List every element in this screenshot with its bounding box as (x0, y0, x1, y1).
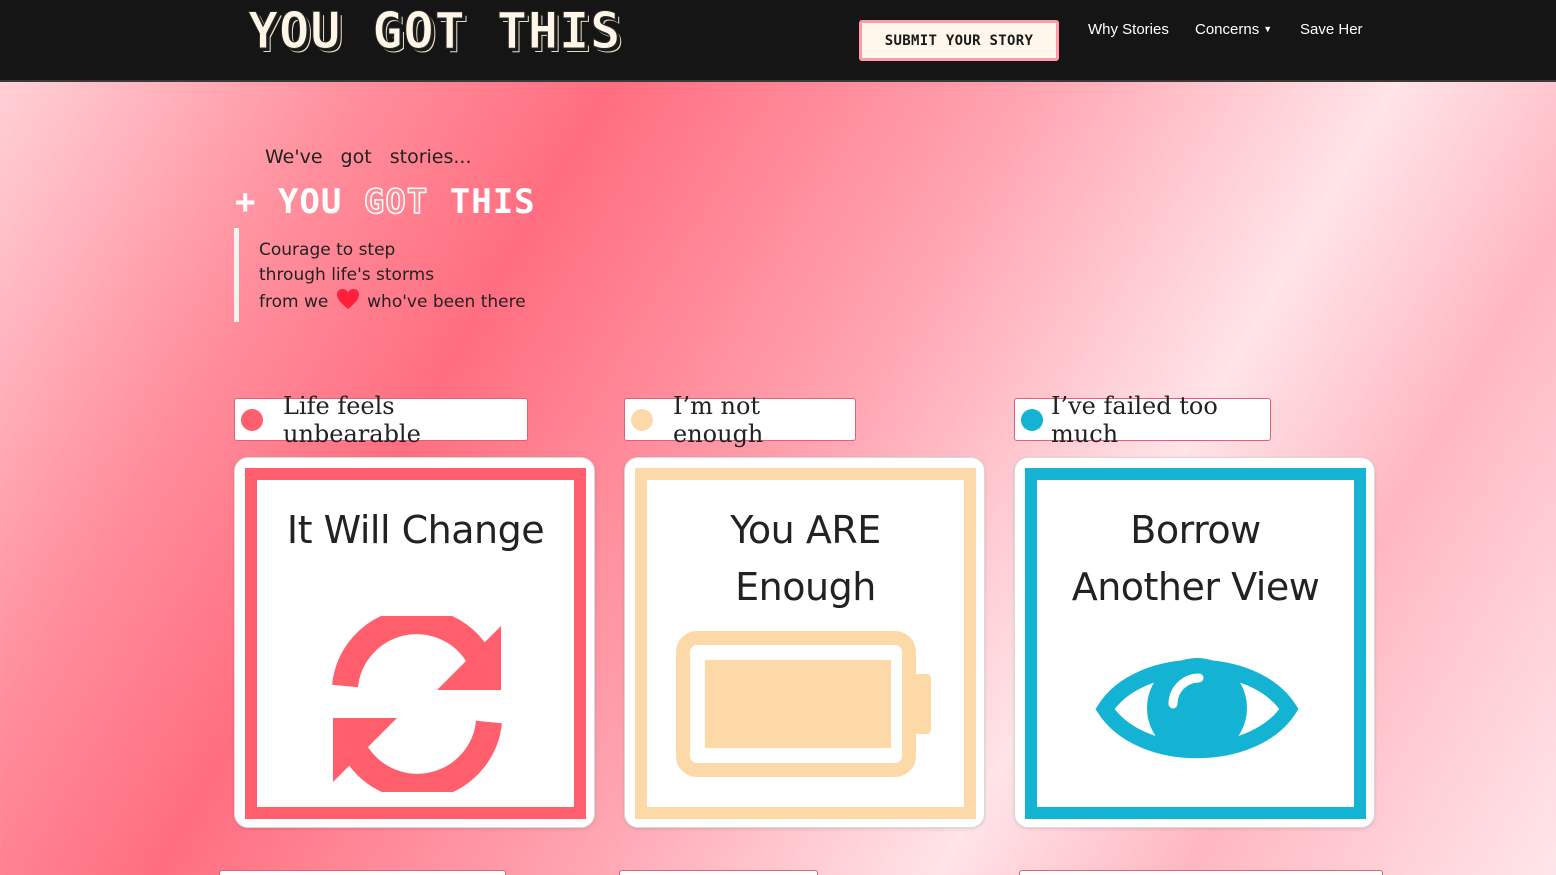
submit-story-button[interactable]: Submit your story (859, 20, 1059, 61)
nav-dropdown-concerns[interactable]: Concerns ▼ (1195, 21, 1272, 38)
card-you-are-enough[interactable]: You ARE Enough (624, 457, 985, 828)
card-title-line: Another View (1071, 565, 1320, 609)
card-title-line: You ARE (730, 508, 881, 552)
quote-line: Courage to step (259, 240, 396, 260)
nav-link-label: Save Her (1300, 21, 1363, 38)
caret-down-icon: ▼ (1263, 24, 1273, 34)
next-card-top (619, 870, 818, 875)
tag-label: Life feels unbearable (283, 391, 421, 448)
refresh-icon (332, 616, 502, 792)
card-it-will-change[interactable]: It Will Change (234, 457, 595, 828)
card-frame: You ARE Enough (635, 468, 976, 819)
tag-life-feels-unbearable[interactable]: Life feels unbearable (234, 392, 528, 448)
card-borrow-another-view[interactable]: Borrow Another View (1014, 457, 1375, 828)
hero-title-suffix: THIS (449, 182, 536, 222)
heart-icon (336, 289, 359, 309)
status-dot (1021, 408, 1043, 431)
card-title-line: Enough (735, 565, 876, 609)
quote-fragment: who've been there (367, 292, 526, 312)
tag-not-enough[interactable]: I’m not enough (624, 392, 856, 448)
card-title: It Will Change (286, 508, 545, 552)
nav-link-why-stories[interactable]: Why Stories (1088, 21, 1169, 38)
next-card-top (1019, 870, 1383, 875)
navbar: YOU GOT THIS Submit your story Why Stori… (0, 0, 1556, 82)
card-title: You ARE Enough (647, 502, 964, 616)
tag-label: I’ve failed too much (1051, 391, 1218, 448)
brand-logo[interactable]: YOU GOT THIS (247, 2, 621, 61)
card-title-line: Borrow (1130, 508, 1261, 552)
status-dot (241, 408, 263, 431)
card-frame: Borrow Another View (1025, 468, 1366, 819)
nav-link-label: Concerns (1195, 21, 1260, 38)
tag-label: I’m not enough (673, 391, 764, 448)
nav-link-label: Why Stories (1088, 21, 1169, 38)
quote-line: through life's storms (259, 265, 435, 285)
nav-link-save-her[interactable]: Save Her (1300, 21, 1363, 38)
hero-title-prefix: + YOU (235, 182, 343, 222)
hero-title: + YOU GOT THIS (235, 181, 536, 223)
tag-failed-too-much[interactable]: I’ve failed too much (1014, 392, 1271, 448)
eye-icon (1095, 658, 1299, 759)
hero-intro: We've got stories... (265, 146, 472, 168)
hero-quote: Courage to step through life's storms fr… (234, 228, 554, 322)
status-dot (631, 408, 653, 431)
hero-title-got: GOT (363, 181, 429, 223)
next-card-top (219, 870, 506, 875)
quote-fragment: from we (259, 292, 329, 312)
card-frame: It Will Change (245, 468, 586, 819)
quote-line: from we who've been there (259, 288, 554, 315)
battery-full-icon (676, 631, 931, 777)
card-title: Borrow Another View (1037, 502, 1354, 616)
